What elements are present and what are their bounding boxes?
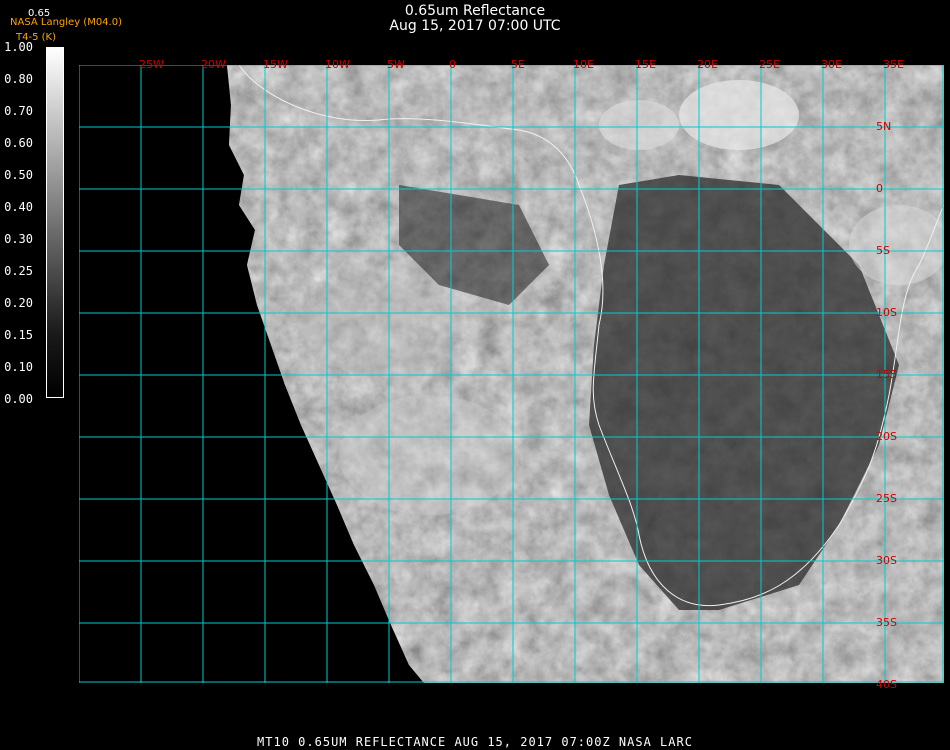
longitude-label: 10E [573,58,594,71]
image-date: Aug 15, 2017 07:00 UTC [389,18,561,34]
longitude-label: 5W [387,58,405,71]
satellite-map[interactable] [79,65,944,683]
colorbar-tick: 0.50 [4,168,33,182]
longitude-label: 20W [201,58,226,71]
colorbar-tick: 0.20 [4,296,33,310]
longitude-label: 0 [449,58,456,71]
longitude-label: 25W [139,58,164,71]
longitude-label: 5E [511,58,525,71]
longitude-label: 10W [325,58,350,71]
map-svg [79,65,944,683]
latitude-label: 35S [876,616,897,629]
colorbar-tick: 1.00 [4,40,33,54]
longitude-label: 30E [821,58,842,71]
latitude-label: 10S [876,306,897,319]
longitude-label: 15W [263,58,288,71]
org-label: NASA Langley (M04.0) [10,17,122,28]
colorbar-tick: 0.10 [4,360,33,374]
latitude-label: 5S [876,244,890,257]
longitude-label: 25E [759,58,780,71]
latitude-label: 15S [876,368,897,381]
colorbar-tick: 0.70 [4,104,33,118]
colorbar-tick: 0.40 [4,200,33,214]
colorbar-tick: 0.30 [4,232,33,246]
latitude-label: 40S [876,678,897,691]
longitude-label: 15E [635,58,656,71]
colorbar-tick: 0.00 [4,392,33,406]
page-title: 0.65um Reflectance [404,3,546,19]
colorbar-tick: 0.15 [4,328,33,342]
latitude-label: 25S [876,492,897,505]
latitude-label: 30S [876,554,897,567]
latitude-label: 0 [876,182,883,195]
colorbar [46,47,64,398]
longitude-label: 20E [697,58,718,71]
footer-caption: MT10 0.65UM REFLECTANCE AUG 15, 2017 07:… [257,735,693,749]
colorbar-tick: 0.25 [4,264,33,278]
latitude-label: 5N [876,120,892,133]
latitude-label: 20S [876,430,897,443]
longitude-label: 35E [883,58,904,71]
colorbar-tick: 0.60 [4,136,33,150]
colorbar-tick: 0.80 [4,72,33,86]
